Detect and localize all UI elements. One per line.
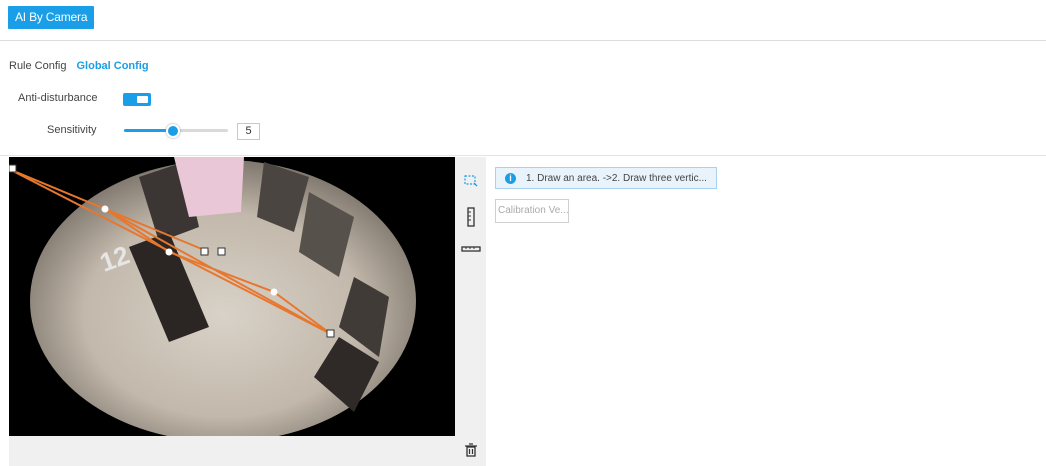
drawing-toolbar <box>455 157 486 466</box>
anti-disturbance-label: Anti-disturbance <box>18 92 98 104</box>
config-tabs: Rule Config Global Config <box>9 60 149 72</box>
overlay-handle[interactable] <box>9 164 17 173</box>
overlay-point[interactable] <box>101 205 109 213</box>
sensitivity-label: Sensitivity <box>47 124 97 136</box>
fisheye-image: 12 <box>9 157 416 436</box>
tab-global-config[interactable]: Global Config <box>76 60 148 72</box>
video-preview[interactable]: 12 <box>9 157 455 436</box>
section-divider <box>0 155 1046 156</box>
tab-rule-config[interactable]: Rule Config <box>9 60 66 72</box>
sensitivity-slider[interactable] <box>124 124 228 138</box>
instruction-hint: i 1. Draw an area. ->2. Draw three verti… <box>495 167 717 189</box>
horizontal-ruler-icon[interactable] <box>455 244 486 266</box>
vertical-ruler-icon[interactable] <box>455 207 486 229</box>
sensitivity-input[interactable]: 5 <box>237 123 260 140</box>
overlay-handle[interactable] <box>200 247 209 256</box>
overlay-point[interactable] <box>270 288 278 296</box>
overlay-point[interactable] <box>165 248 173 256</box>
draw-area-icon[interactable] <box>455 173 486 195</box>
anti-disturbance-toggle[interactable] <box>123 93 151 106</box>
hint-text: 1. Draw an area. ->2. Draw three vertic.… <box>526 173 707 184</box>
slider-thumb[interactable] <box>165 124 180 138</box>
overlay-handle[interactable] <box>326 329 335 338</box>
overlay-handle[interactable] <box>217 247 226 256</box>
toggle-knob <box>137 96 148 103</box>
delete-icon[interactable] <box>455 443 486 465</box>
slider-fill <box>124 129 171 132</box>
ai-by-camera-button[interactable]: AI By Camera <box>8 6 95 29</box>
video-footer <box>9 436 455 466</box>
header-divider <box>0 40 1046 41</box>
calibration-button[interactable]: Calibration Ve... <box>495 199 569 223</box>
info-icon: i <box>505 173 516 184</box>
